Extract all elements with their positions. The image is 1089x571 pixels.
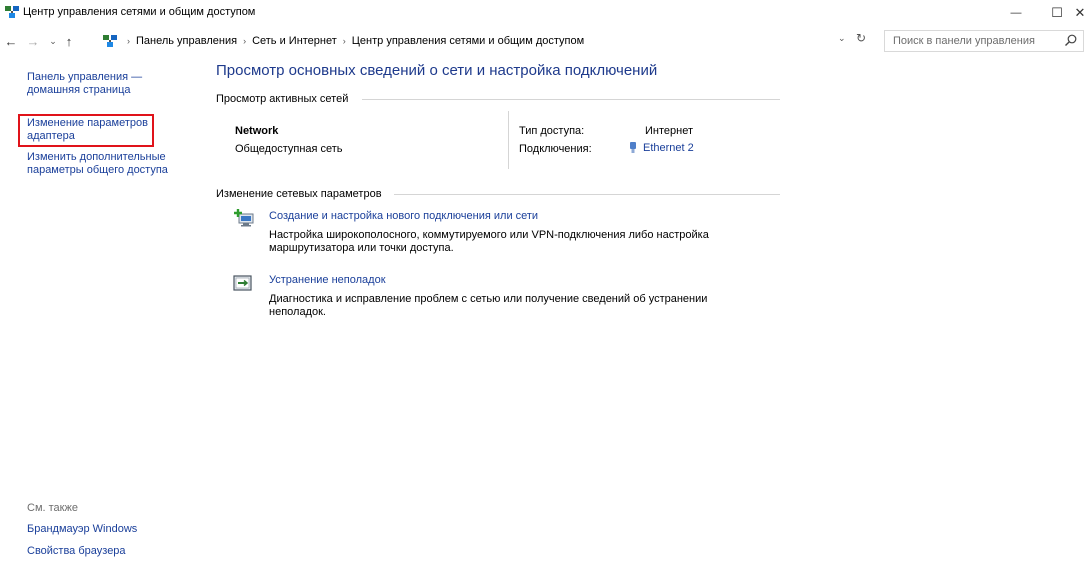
refresh-button[interactable]: ↻ [856,31,866,45]
forward-arrow-icon: → [26,33,40,49]
breadcrumb-separator: › [127,36,130,46]
description-line: Настройка широкополосного, коммутируемог… [269,229,709,241]
access-type-value: Интернет [645,125,693,137]
advanced-sharing-settings-link[interactable]: Изменить дополнительные параметры общего… [27,151,168,177]
window-title: Центр управления сетями и общим доступом [23,6,256,18]
section-divider [394,194,780,195]
network-name: Network [235,125,279,137]
network-center-icon [5,6,19,18]
chevron-down-icon: ⌄ [49,35,57,46]
navigation-bar: ← → ⌄ ↑ › Панель управления › Сеть и Инт… [0,29,1089,53]
address-dropdown-button[interactable]: ⌄ [838,33,846,44]
windows-firewall-link[interactable]: Брандмауэр Windows [27,523,137,536]
active-networks-header: Просмотр активных сетей [216,93,349,105]
change-adapter-settings-link[interactable]: Изменение параметров адаптера [18,114,154,147]
page-title: Просмотр основных сведений о сети и наст… [216,62,658,79]
browser-properties-link[interactable]: Свойства браузера [27,545,126,558]
recent-locations-button[interactable]: ⌄ [47,31,59,51]
section-divider [362,99,780,100]
address-bar[interactable]: › Панель управления › Сеть и Интернет › … [81,30,876,52]
network-category-link[interactable]: Общедоступная сеть [235,143,343,155]
back-button[interactable]: ← [3,31,19,51]
description-line: маршрутизатора или точки доступа. [269,242,454,254]
link-line: адаптера [27,130,75,142]
setup-new-connection-description: Настройка широкополосного, коммутируемог… [269,229,769,255]
breadcrumb-network-internet[interactable]: Сеть и Интернет [252,35,337,47]
change-settings-header: Изменение сетевых параметров [216,188,382,200]
troubleshoot-icon [233,275,252,291]
breadcrumb-control-panel[interactable]: Панель управления [136,35,237,47]
close-button[interactable]: ✕ [1064,0,1089,26]
link-line: Изменение параметров [27,117,148,129]
minimize-icon: — [1010,7,1022,19]
vertical-divider [508,111,509,169]
setup-new-connection-link[interactable]: Создание и настройка нового подключения … [269,210,538,222]
new-connection-icon [234,209,254,227]
up-arrow-icon: ↑ [65,33,73,49]
ethernet-connection-link[interactable]: Ethernet 2 [630,142,694,154]
link-line: Изменить дополнительные [27,151,166,163]
link-line: параметры общего доступа [27,164,168,176]
access-type-label: Тип доступа: [519,125,585,137]
maximize-icon: ☐ [1051,5,1063,20]
title-bar: Центр управления сетями и общим доступом… [0,0,1089,27]
breadcrumb-network-center[interactable]: Центр управления сетями и общим доступом [352,35,584,47]
description-line: неполадок. [269,306,326,318]
link-line: Панель управления — [27,71,143,83]
ethernet-icon [630,142,636,153]
breadcrumb-separator[interactable]: › [343,36,346,46]
search-icon[interactable] [1064,34,1077,47]
network-center-icon [103,35,117,47]
description-line: Диагностика и исправление проблем с сеть… [269,293,708,305]
link-line: домашняя страница [27,84,131,96]
close-icon: ✕ [1074,5,1086,20]
breadcrumb-separator[interactable]: › [243,36,246,46]
search-input[interactable] [893,35,1063,47]
search-box[interactable] [884,30,1084,52]
ethernet-connection-label: Ethernet 2 [643,142,694,154]
troubleshoot-description: Диагностика и исправление проблем с сеть… [269,293,769,319]
troubleshoot-link[interactable]: Устранение неполадок [269,274,386,286]
forward-button[interactable]: → [25,31,41,51]
back-arrow-icon: ← [4,33,18,49]
up-button[interactable]: ↑ [62,31,76,51]
connections-label: Подключения: [519,143,592,155]
control-panel-home-link[interactable]: Панель управления — домашняя страница [27,71,142,97]
minimize-button[interactable]: — [1000,0,1032,26]
see-also-label: См. также [27,502,78,514]
